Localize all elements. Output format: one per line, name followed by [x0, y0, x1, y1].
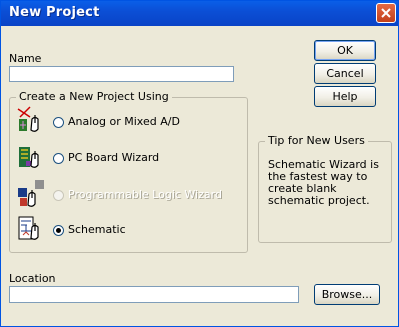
- browse-button[interactable]: Browse...: [314, 284, 380, 305]
- create-project-group: Create a New Project Using Analog or Mix…: [9, 90, 248, 253]
- analog-label: Analog or Mixed A/D: [68, 115, 180, 128]
- tip-group: Tip for New Users Schematic Wizard is th…: [258, 134, 392, 243]
- schematic-label: Schematic: [68, 223, 126, 236]
- title-bar[interactable]: New Project: [1, 1, 398, 26]
- new-project-dialog: New Project Name OK Cancel Help Create a…: [0, 0, 399, 327]
- analog-radio[interactable]: [53, 117, 64, 128]
- help-button[interactable]: Help: [314, 86, 376, 107]
- pcb-radio[interactable]: [53, 153, 64, 164]
- option-analog[interactable]: Analog or Mixed A/D: [16, 105, 246, 141]
- pcb-label: PC Board Wizard: [68, 151, 160, 164]
- name-input[interactable]: [9, 66, 234, 82]
- programmable-logic-radio: [53, 190, 64, 201]
- programmable-logic-label: Programmable Logic Wizard: [68, 188, 222, 201]
- tip-text: Schematic Wizard is the fastest way to c…: [268, 158, 379, 207]
- schematic-icon: [18, 216, 39, 240]
- pcb-wizard-icon: [19, 147, 39, 168]
- window-title: New Project: [9, 5, 100, 20]
- location-label: Location: [9, 272, 56, 285]
- option-schematic[interactable]: Schematic: [16, 213, 246, 249]
- programmable-logic-icon: [18, 180, 44, 207]
- cancel-button[interactable]: Cancel: [314, 63, 376, 84]
- analog-wizard-icon: [17, 106, 39, 132]
- close-icon: [381, 8, 391, 18]
- schematic-radio[interactable]: [53, 225, 64, 236]
- option-pcb[interactable]: PC Board Wizard: [16, 141, 246, 177]
- tip-legend: Tip for New Users: [265, 134, 368, 147]
- option-programmable-logic: Programmable Logic Wizard: [16, 178, 246, 214]
- create-project-legend: Create a New Project Using: [16, 90, 172, 103]
- ok-button[interactable]: OK: [314, 40, 376, 61]
- location-input[interactable]: [9, 286, 299, 303]
- close-button[interactable]: [376, 3, 396, 23]
- name-label: Name: [9, 52, 42, 65]
